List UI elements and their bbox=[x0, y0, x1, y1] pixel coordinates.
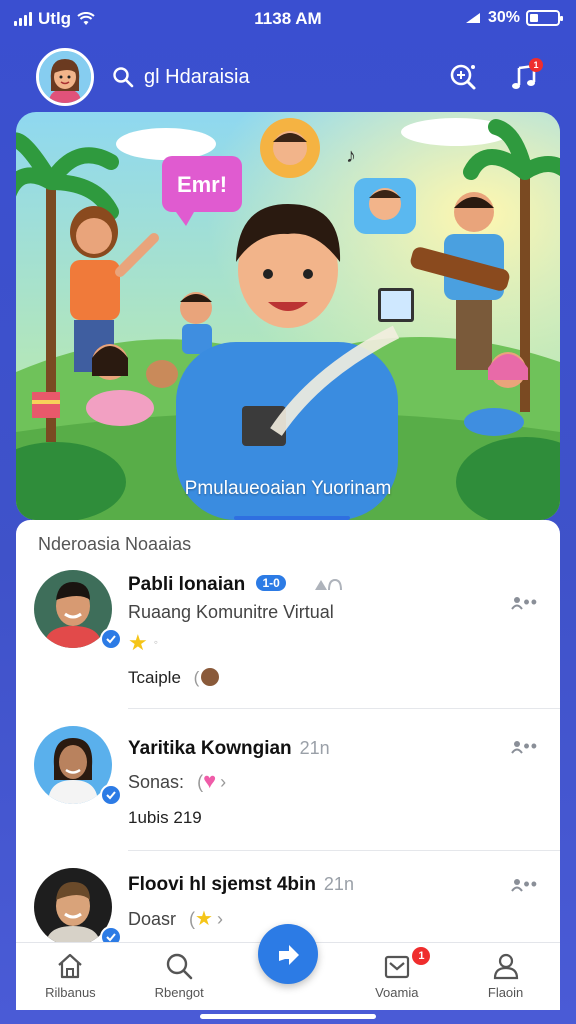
more-dots: •• bbox=[523, 592, 538, 612]
svg-text:♪: ♪ bbox=[346, 145, 356, 167]
avatar-portrait bbox=[39, 51, 91, 103]
home-indicator[interactable] bbox=[200, 1014, 376, 1019]
reaction-icon bbox=[201, 668, 220, 686]
item-subtitle: Sonas: (♥ › bbox=[128, 768, 227, 793]
nav-home[interactable]: Rilbanus bbox=[16, 943, 125, 1010]
item-time: 21n bbox=[299, 738, 330, 758]
post-icon bbox=[279, 945, 299, 965]
home-icon bbox=[58, 953, 83, 979]
nav-profile[interactable]: Flaoin bbox=[451, 943, 560, 1010]
more-dots: •• bbox=[523, 736, 538, 756]
item-detail: Tcaiple ( bbox=[128, 668, 220, 688]
star-icon: ★ ◦ bbox=[128, 630, 158, 655]
person-icon bbox=[511, 879, 524, 892]
status-bar: Utlg 1138 AM 30% bbox=[0, 0, 576, 40]
notification-badge: 1 bbox=[529, 58, 543, 72]
item-subtitle-text: Sonas: bbox=[128, 772, 185, 792]
discover-button[interactable] bbox=[444, 58, 482, 96]
item-subtitle: Ruaang Komunitre Virtual bbox=[128, 602, 334, 622]
item-name-text: Pabli lonaian bbox=[128, 574, 246, 595]
speech-bubble-text: Emr! bbox=[177, 172, 227, 197]
item-detail-text: Tcaiple bbox=[128, 668, 181, 687]
nav-inbox-label: Voamia bbox=[375, 985, 419, 1000]
nav-search-label: Rbengot bbox=[154, 985, 204, 1000]
inbox-icon bbox=[384, 955, 409, 979]
item-name: Yaritika Kowngian 21n bbox=[128, 738, 330, 760]
nav-inbox[interactable]: 1 Voamia bbox=[342, 943, 451, 1010]
user-avatar[interactable] bbox=[36, 48, 94, 106]
people-icon bbox=[315, 578, 343, 591]
feed-title: Nderoasia Noaaias bbox=[38, 534, 192, 554]
featured-banner[interactable]: Emr! ♪ Pmulaueoaian Yuorinam bbox=[16, 112, 560, 520]
item-subtitle-text: Doasr bbox=[128, 909, 177, 929]
nav-home-label: Rilbanus bbox=[45, 985, 96, 1000]
battery-icon bbox=[526, 10, 563, 26]
search-icon bbox=[166, 953, 193, 980]
person-icon bbox=[511, 597, 524, 610]
search-icon bbox=[113, 67, 134, 88]
more-options-button[interactable]: •• bbox=[511, 874, 538, 895]
search-input[interactable] bbox=[144, 65, 364, 89]
item-pill: 1-0 bbox=[256, 575, 286, 591]
verified-icon bbox=[100, 784, 122, 806]
item-name: Pabli lonaian 1-0 bbox=[128, 574, 343, 596]
search-bar[interactable] bbox=[112, 60, 412, 94]
search-plus-icon bbox=[450, 64, 476, 90]
item-subtitle: Doasr (★ › bbox=[128, 908, 223, 930]
create-post-button[interactable] bbox=[258, 924, 318, 984]
more-options-button[interactable]: •• bbox=[511, 736, 538, 757]
more-dots: •• bbox=[523, 874, 538, 894]
inbox-badge: 1 bbox=[412, 947, 431, 965]
nav-search[interactable]: Rbengot bbox=[125, 943, 234, 1010]
item-name: Floovi hl sjemst 4bin 21n bbox=[128, 874, 354, 896]
item-name-text: Floovi hl sjemst 4bin bbox=[128, 874, 316, 895]
profile-icon bbox=[493, 953, 518, 980]
app-header: 1 bbox=[0, 44, 576, 110]
cellular-icon bbox=[465, 13, 480, 23]
battery-percent: 30% bbox=[487, 9, 520, 26]
item-detail: 1ubis 219 bbox=[128, 808, 202, 827]
status-right: 30% bbox=[464, 9, 563, 27]
list-item[interactable]: Pabli lonaian 1-0 Ruaang Komunitre Virtu… bbox=[16, 570, 560, 710]
music-notifications-button[interactable]: 1 bbox=[506, 58, 544, 96]
item-name-text: Yaritika Kowngian bbox=[128, 738, 292, 759]
verified-icon bbox=[100, 628, 122, 650]
more-options-button[interactable]: •• bbox=[511, 592, 538, 613]
divider bbox=[128, 850, 560, 851]
heart-icon: ♥ bbox=[203, 768, 217, 793]
star-icon: ★ bbox=[195, 908, 213, 930]
item-time: 21n bbox=[323, 874, 354, 894]
banner-illustration: Emr! ♪ bbox=[16, 112, 560, 520]
nav-profile-label: Flaoin bbox=[487, 985, 524, 1000]
divider bbox=[128, 708, 560, 709]
list-item[interactable]: Yaritika Kowngian 21n Sonas: (♥ › 1ubis 21… bbox=[16, 726, 560, 856]
person-icon bbox=[511, 741, 524, 754]
banner-caption: Pmulaueoaian Yuorinam bbox=[184, 478, 392, 499]
